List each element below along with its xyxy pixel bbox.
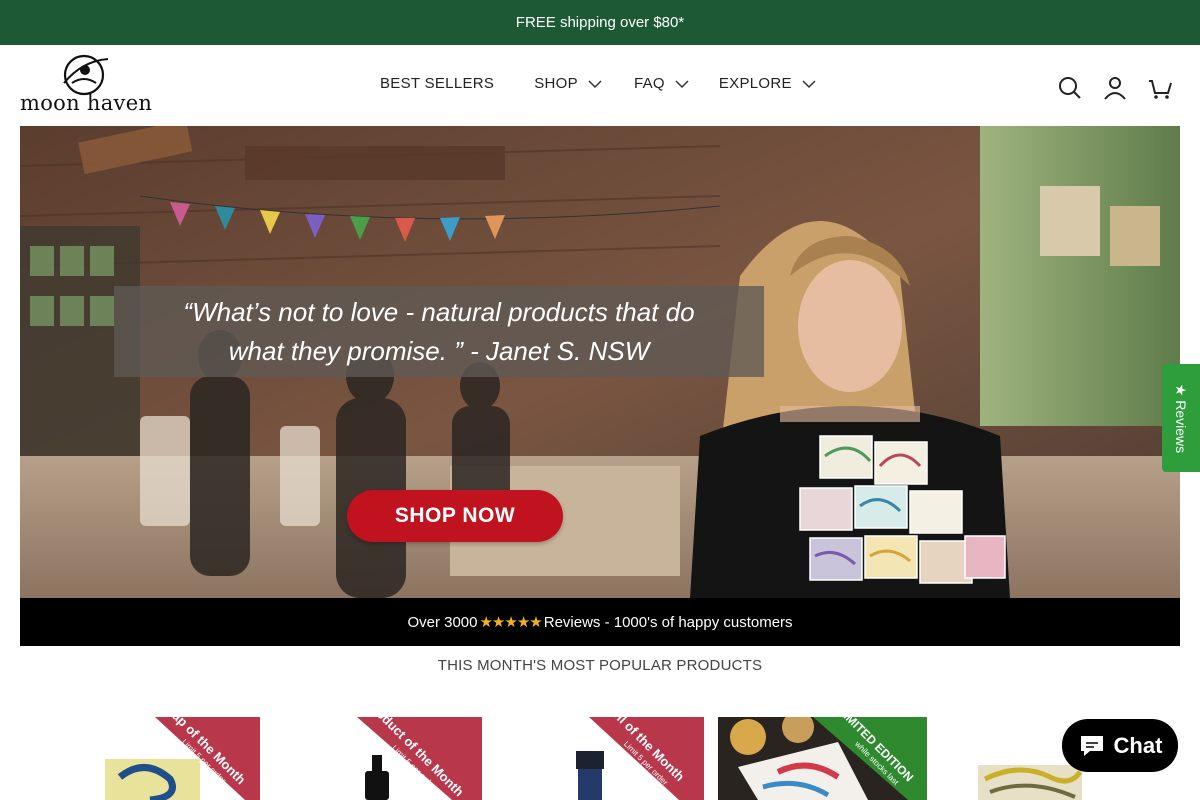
nav-shop[interactable]: SHOP xyxy=(534,75,602,92)
nav-faq-label: FAQ xyxy=(633,75,665,92)
nav-best-sellers[interactable]: BEST SELLERS xyxy=(380,75,494,92)
section-title: THIS MONTH'S MOST POPULAR PRODUCTS xyxy=(437,657,763,674)
main-nav: BEST SELLERS SHOP FAQ EXPLORE xyxy=(380,75,816,92)
logo-text: moon haven xyxy=(20,91,153,115)
product-card-product-of-the-month[interactable]: Product of the Month Limit 5 per order xyxy=(272,717,482,800)
product-image: LIMITED EDITION while stocks last xyxy=(718,717,927,800)
chat-bubble-icon xyxy=(1080,735,1103,756)
review-strip: Over 3000 ★★★★★ Reviews - 1000's of happ… xyxy=(20,598,1180,646)
cart-icon[interactable] xyxy=(1147,75,1173,101)
reviews-tab-label: ★ Reviews xyxy=(1173,383,1190,453)
review-strip-suffix: Reviews - 1000's of happy customers xyxy=(543,613,793,631)
review-strip-prefix: Over 3000 xyxy=(407,613,478,631)
chat-label: Chat xyxy=(1113,732,1163,758)
rating-stars-icon: ★★★★★ xyxy=(479,614,542,631)
hero-quote-box: “What’s not to love - natural products t… xyxy=(114,286,764,377)
hero-quote: “What’s not to love - natural products t… xyxy=(183,296,695,366)
product-card-oil-of-the-month[interactable]: Oil of the Month Limit 5 per order xyxy=(494,717,704,800)
search-icon[interactable] xyxy=(1057,75,1083,101)
chevron-down-icon xyxy=(588,79,602,88)
nav-best-sellers-label: BEST SELLERS xyxy=(380,75,495,92)
nav-explore-label: EXPLORE xyxy=(718,75,792,92)
product-card-limited-edition[interactable]: LIMITED EDITION while stocks last xyxy=(718,717,927,800)
chevron-down-icon xyxy=(675,79,689,88)
shop-now-button[interactable]: SHOP NOW xyxy=(347,490,563,542)
nav-shop-label: SHOP xyxy=(534,75,578,92)
chevron-down-icon xyxy=(802,79,816,88)
announcement-text: FREE shipping over $80* xyxy=(515,14,685,31)
nav-faq[interactable]: FAQ xyxy=(634,75,689,92)
site-header: moon haven BEST SELLERS SHOP FAQ EXPLORE xyxy=(0,45,1200,126)
hero-banner[interactable]: “What’s not to love - natural products t… xyxy=(20,126,1180,598)
product-image: Soap of the Month Limit 5 per order xyxy=(50,717,260,800)
announcement-bar: FREE shipping over $80* xyxy=(0,0,1200,45)
product-image: Oil of the Month Limit 5 per order xyxy=(494,717,704,800)
reviews-side-tab[interactable]: ★ Reviews xyxy=(1162,364,1200,472)
nav-explore[interactable]: EXPLORE xyxy=(719,75,816,92)
product-image: Product of the Month Limit 5 per order xyxy=(272,717,482,800)
account-icon[interactable] xyxy=(1102,75,1128,101)
product-card-soap-of-the-month[interactable]: Soap of the Month Limit 5 per order xyxy=(50,717,260,800)
logo[interactable]: moon haven xyxy=(20,53,152,119)
chat-button[interactable]: Chat xyxy=(1062,719,1178,772)
